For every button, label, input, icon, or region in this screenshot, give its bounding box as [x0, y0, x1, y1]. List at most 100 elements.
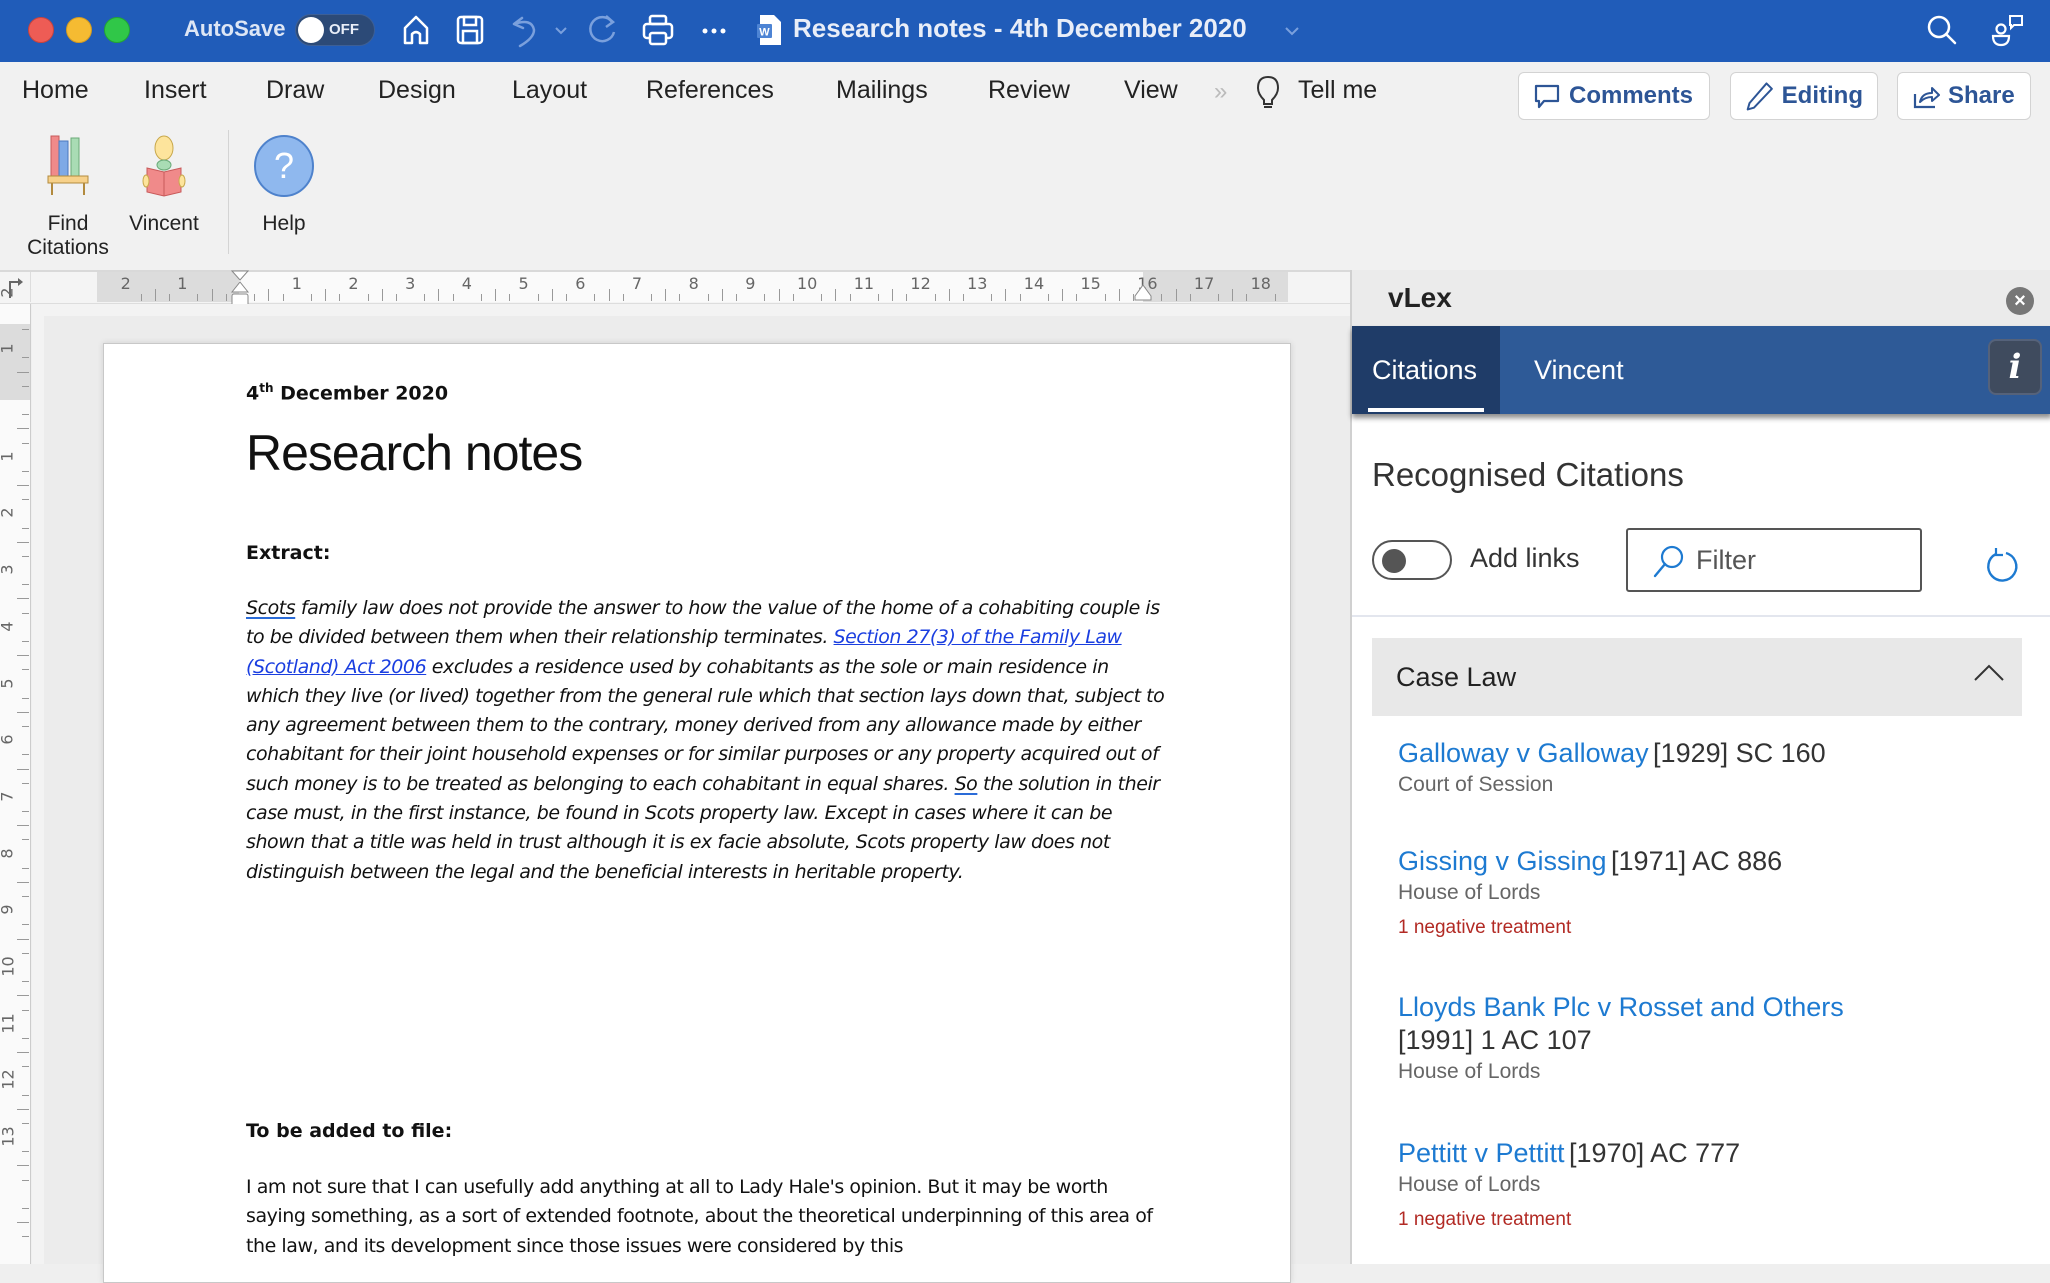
ruler-number: 6: [575, 274, 586, 293]
ruler-tick: [22, 527, 29, 529]
refresh-icon[interactable]: [1984, 546, 2020, 586]
share-people-icon[interactable]: [1990, 12, 2026, 48]
ruler-number: 11: [853, 274, 875, 293]
tab-layout[interactable]: Layout: [512, 76, 587, 105]
extract-heading[interactable]: Extract:: [246, 542, 1166, 564]
ruler-tick: [1189, 294, 1191, 301]
citation-reference: [1991] 1 AC 107: [1398, 1025, 1592, 1055]
vertical-ruler[interactable]: 2112345678910111213: [0, 287, 31, 1264]
tab-draw[interactable]: Draw: [266, 76, 324, 105]
search-icon[interactable]: [1924, 12, 1960, 48]
ruler-tick: [22, 1151, 29, 1153]
ruler-tick: [17, 1052, 29, 1054]
tab-citations[interactable]: Citations: [1352, 326, 1500, 414]
help-button[interactable]: ? Help: [244, 134, 324, 236]
comments-button[interactable]: Comments: [1518, 72, 1710, 120]
help-icon: ?: [254, 135, 314, 197]
ruler-tick: [934, 294, 936, 301]
ruler-number: 6: [0, 735, 17, 745]
extract-paragraph[interactable]: Scots family law does not provide the an…: [246, 594, 1166, 887]
ruler-tick: [22, 697, 29, 699]
tab-vincent[interactable]: Vincent: [1500, 326, 1670, 414]
save-icon[interactable]: [452, 12, 488, 48]
ruler-tick: [622, 294, 624, 301]
redo-icon[interactable]: [584, 12, 620, 48]
file-paragraph[interactable]: I am not sure that I can usefully add an…: [246, 1173, 1166, 1261]
add-links-label: Add links: [1470, 543, 1580, 573]
undo-icon[interactable]: [508, 12, 544, 48]
ruler-tick: [509, 294, 511, 301]
tab-insert[interactable]: Insert: [144, 76, 207, 105]
case-law-group-header[interactable]: Case Law: [1372, 638, 2022, 716]
ruler-number: 1: [177, 274, 188, 293]
tab-mailings[interactable]: Mailings: [836, 76, 928, 105]
tab-view[interactable]: View: [1124, 76, 1178, 105]
tab-design[interactable]: Design: [378, 76, 456, 105]
ruler-number: 12: [0, 1069, 18, 1091]
maximize-window-button[interactable]: [104, 17, 130, 43]
ruler-tick: [1118, 289, 1120, 301]
close-pane-button[interactable]: ×: [2006, 287, 2034, 315]
spelling-flag-scots[interactable]: Scots: [246, 597, 296, 619]
document-page[interactable]: 4th December 2020 Research notes Extract…: [103, 343, 1291, 1283]
ruler-tick: [1218, 294, 1220, 301]
citation-reference: [1971] AC 886: [1611, 846, 1783, 876]
editing-button[interactable]: Editing: [1730, 72, 1878, 120]
share-button[interactable]: Share: [1897, 72, 2031, 120]
ruler-tick: [17, 598, 29, 600]
file-heading[interactable]: To be added to file:: [246, 1120, 1166, 1142]
minimize-window-button[interactable]: [66, 17, 92, 43]
horizontal-ruler[interactable]: 2 1 1 2 3 4 5 6 7 8 9 10 11 12 13 14 15 16 17 18: [0, 270, 1350, 307]
ruler-tick: [566, 294, 568, 301]
find-citations-button[interactable]: Find Citations: [14, 134, 122, 260]
chevron-up-icon[interactable]: [1972, 660, 2006, 684]
home-icon[interactable]: [398, 12, 434, 48]
tab-home[interactable]: Home: [22, 76, 89, 105]
more-tabs-icon[interactable]: »: [1214, 78, 1227, 106]
citation-link[interactable]: Pettitt v Pettitt: [1398, 1138, 1565, 1168]
ruler-tick: [339, 294, 341, 301]
ruler-number: 9: [745, 274, 756, 293]
ruler-tick: [22, 470, 29, 472]
citation-court: House of Lords: [1398, 1173, 1541, 1196]
ruler-tick: [140, 294, 142, 301]
right-indent-marker[interactable]: [1132, 284, 1154, 302]
undo-dropdown-icon[interactable]: [552, 12, 570, 48]
add-links-toggle[interactable]: [1372, 540, 1452, 580]
tell-me[interactable]: Tell me: [1298, 76, 1377, 105]
ruler-tick: [367, 294, 369, 301]
ruler-number: 1: [0, 344, 17, 354]
ruler-tick: [17, 371, 29, 373]
print-icon[interactable]: [640, 12, 676, 48]
ruler-tick: [22, 499, 29, 501]
filter-field[interactable]: [1626, 528, 1922, 592]
citation-link[interactable]: Gissing v Gissing: [1398, 846, 1607, 876]
title-dropdown-icon[interactable]: [1282, 12, 1302, 48]
more-icon[interactable]: [696, 12, 732, 48]
vincent-button[interactable]: Vincent: [124, 134, 204, 236]
tab-references[interactable]: References: [646, 76, 774, 105]
citation-link[interactable]: Lloyds Bank Plc v Rosset and Others: [1398, 992, 2018, 1023]
close-window-button[interactable]: [28, 17, 54, 43]
ruler-tick: [22, 1122, 29, 1124]
document-heading[interactable]: Research notes: [246, 424, 1166, 482]
ruler-tick: [22, 385, 29, 387]
negative-treatment-link[interactable]: 1 negative treatment: [1398, 917, 2018, 939]
document-date[interactable]: 4th December 2020: [246, 381, 1166, 404]
autosave-toggle[interactable]: OFF: [295, 14, 375, 46]
info-button[interactable]: i: [1988, 339, 2042, 395]
ruler-tick: [17, 485, 29, 487]
filter-input[interactable]: [1696, 542, 1906, 578]
citation-link[interactable]: Galloway v Galloway: [1398, 738, 1649, 768]
grammar-flag-so[interactable]: So: [955, 773, 978, 795]
citation-court: House of Lords: [1398, 881, 1541, 904]
negative-treatment-link[interactable]: 1 negative treatment: [1398, 1209, 2018, 1231]
ruler-tick: [22, 414, 29, 416]
ruler-tick: [877, 294, 879, 301]
ruler-number: 4: [461, 274, 472, 293]
document-title[interactable]: Research notes - 4th December 2020: [793, 13, 1247, 44]
tab-review[interactable]: Review: [988, 76, 1070, 105]
ruler-tick: [835, 289, 837, 301]
ruler-tick: [948, 289, 950, 301]
search-icon: [1653, 545, 1684, 578]
